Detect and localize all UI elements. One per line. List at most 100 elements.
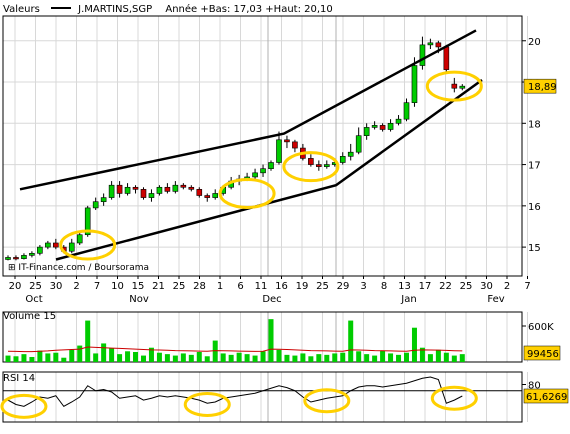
trend-line-lower [55, 78, 483, 261]
volume-bar [316, 354, 322, 362]
volume-axis-label: 600K [528, 322, 554, 333]
candle-body [284, 139, 290, 143]
volume-bar [396, 354, 402, 362]
candle [13, 255, 19, 261]
chart-canvas: 15161718192018,8920253027101521252816111… [0, 15, 569, 423]
volume-bar [284, 354, 290, 362]
candle-body [5, 257, 11, 260]
candle-body [204, 195, 211, 198]
volume-bar [404, 352, 409, 362]
volume-bar [93, 353, 99, 362]
date-axis-label: 3 [360, 281, 366, 292]
volume-bar [356, 351, 362, 362]
candle-body [260, 168, 266, 174]
candle [459, 84, 466, 91]
candle [45, 240, 51, 250]
candle-body [92, 201, 99, 209]
candle-body [100, 197, 107, 203]
candle [172, 181, 179, 194]
candle-body [459, 85, 466, 89]
candle [451, 77, 458, 93]
volume-bar [300, 353, 306, 362]
candle-body [124, 186, 131, 194]
candle [196, 187, 203, 198]
volume-bar [109, 348, 115, 362]
rsi-highlight-ellipse [183, 392, 231, 417]
date-axis-label: 19 [296, 281, 309, 292]
price-axis-label: 20 [528, 37, 541, 48]
price-axis-label: 18 [528, 119, 541, 130]
candle-body [308, 158, 314, 165]
candle-body [164, 186, 171, 192]
volume-bar [133, 352, 139, 362]
date-axis-label: 2 [73, 281, 79, 292]
candle [5, 255, 11, 261]
volume-bar [411, 327, 417, 362]
volume-bar [252, 355, 258, 362]
date-axis-label: 17 [419, 281, 432, 292]
volume-bar [459, 354, 465, 362]
candle-body [435, 42, 442, 48]
candle [419, 36, 426, 70]
month-label: Fev [487, 294, 504, 305]
volume-bar [427, 354, 433, 362]
candle-body [276, 139, 282, 163]
month-label: Oct [25, 294, 42, 305]
volume-bar [164, 354, 170, 362]
candle [292, 139, 298, 153]
volume-current-label: 99456 [527, 349, 559, 360]
volume-bar [101, 343, 107, 362]
series-swatch [50, 7, 71, 9]
volume-bar [308, 356, 314, 362]
candle [164, 183, 171, 194]
values-label: Valeurs [3, 4, 40, 15]
candle-body [116, 184, 123, 194]
volume-bar [340, 352, 346, 362]
candle [395, 115, 402, 126]
current-price-label: 18,89 [528, 82, 557, 93]
volume-bar [85, 320, 91, 362]
candle-body [196, 189, 203, 196]
chart-header: Valeurs J.MARTINS,SGP Année +Bas: 17,03 … [3, 4, 333, 15]
candle-body [13, 257, 19, 260]
date-axis-label: 22 [439, 281, 452, 292]
volume-bar [388, 353, 394, 362]
volume-bar [69, 349, 75, 362]
candle [132, 185, 139, 194]
candle-body [132, 186, 139, 190]
price-axis-label: 15 [528, 243, 541, 254]
candle-body [387, 123, 394, 130]
volume-bar [5, 355, 11, 362]
date-axis-label: 21 [152, 281, 165, 292]
price-axis-label: 17 [528, 161, 541, 172]
candle [387, 119, 394, 132]
candle-body [403, 102, 410, 120]
candle [124, 183, 131, 196]
candle [108, 181, 115, 200]
candle [371, 121, 378, 130]
volume-bar [443, 352, 449, 362]
date-axis-label: 25 [460, 281, 473, 292]
volume-bar [332, 353, 338, 362]
candle [188, 185, 195, 192]
date-axis-label: 25 [173, 281, 186, 292]
candle [21, 253, 27, 260]
volume-bar [188, 354, 194, 362]
watermark-icon: ⊞ [8, 263, 16, 273]
candle [29, 251, 35, 258]
candle-body [395, 118, 402, 124]
date-axis-label: 7 [94, 281, 100, 292]
volume-bar [196, 352, 202, 362]
date-axis-label: 25 [29, 281, 42, 292]
candle-body [427, 42, 434, 46]
candle-body [180, 184, 187, 188]
volume-bar [204, 356, 210, 362]
candle-body [379, 125, 386, 130]
candle [212, 189, 219, 200]
candle-body [108, 184, 115, 198]
volume-bar [244, 354, 250, 362]
candle [427, 38, 434, 50]
volume-bar [276, 349, 282, 362]
candle-body [37, 246, 43, 254]
volume-bar [260, 351, 266, 362]
